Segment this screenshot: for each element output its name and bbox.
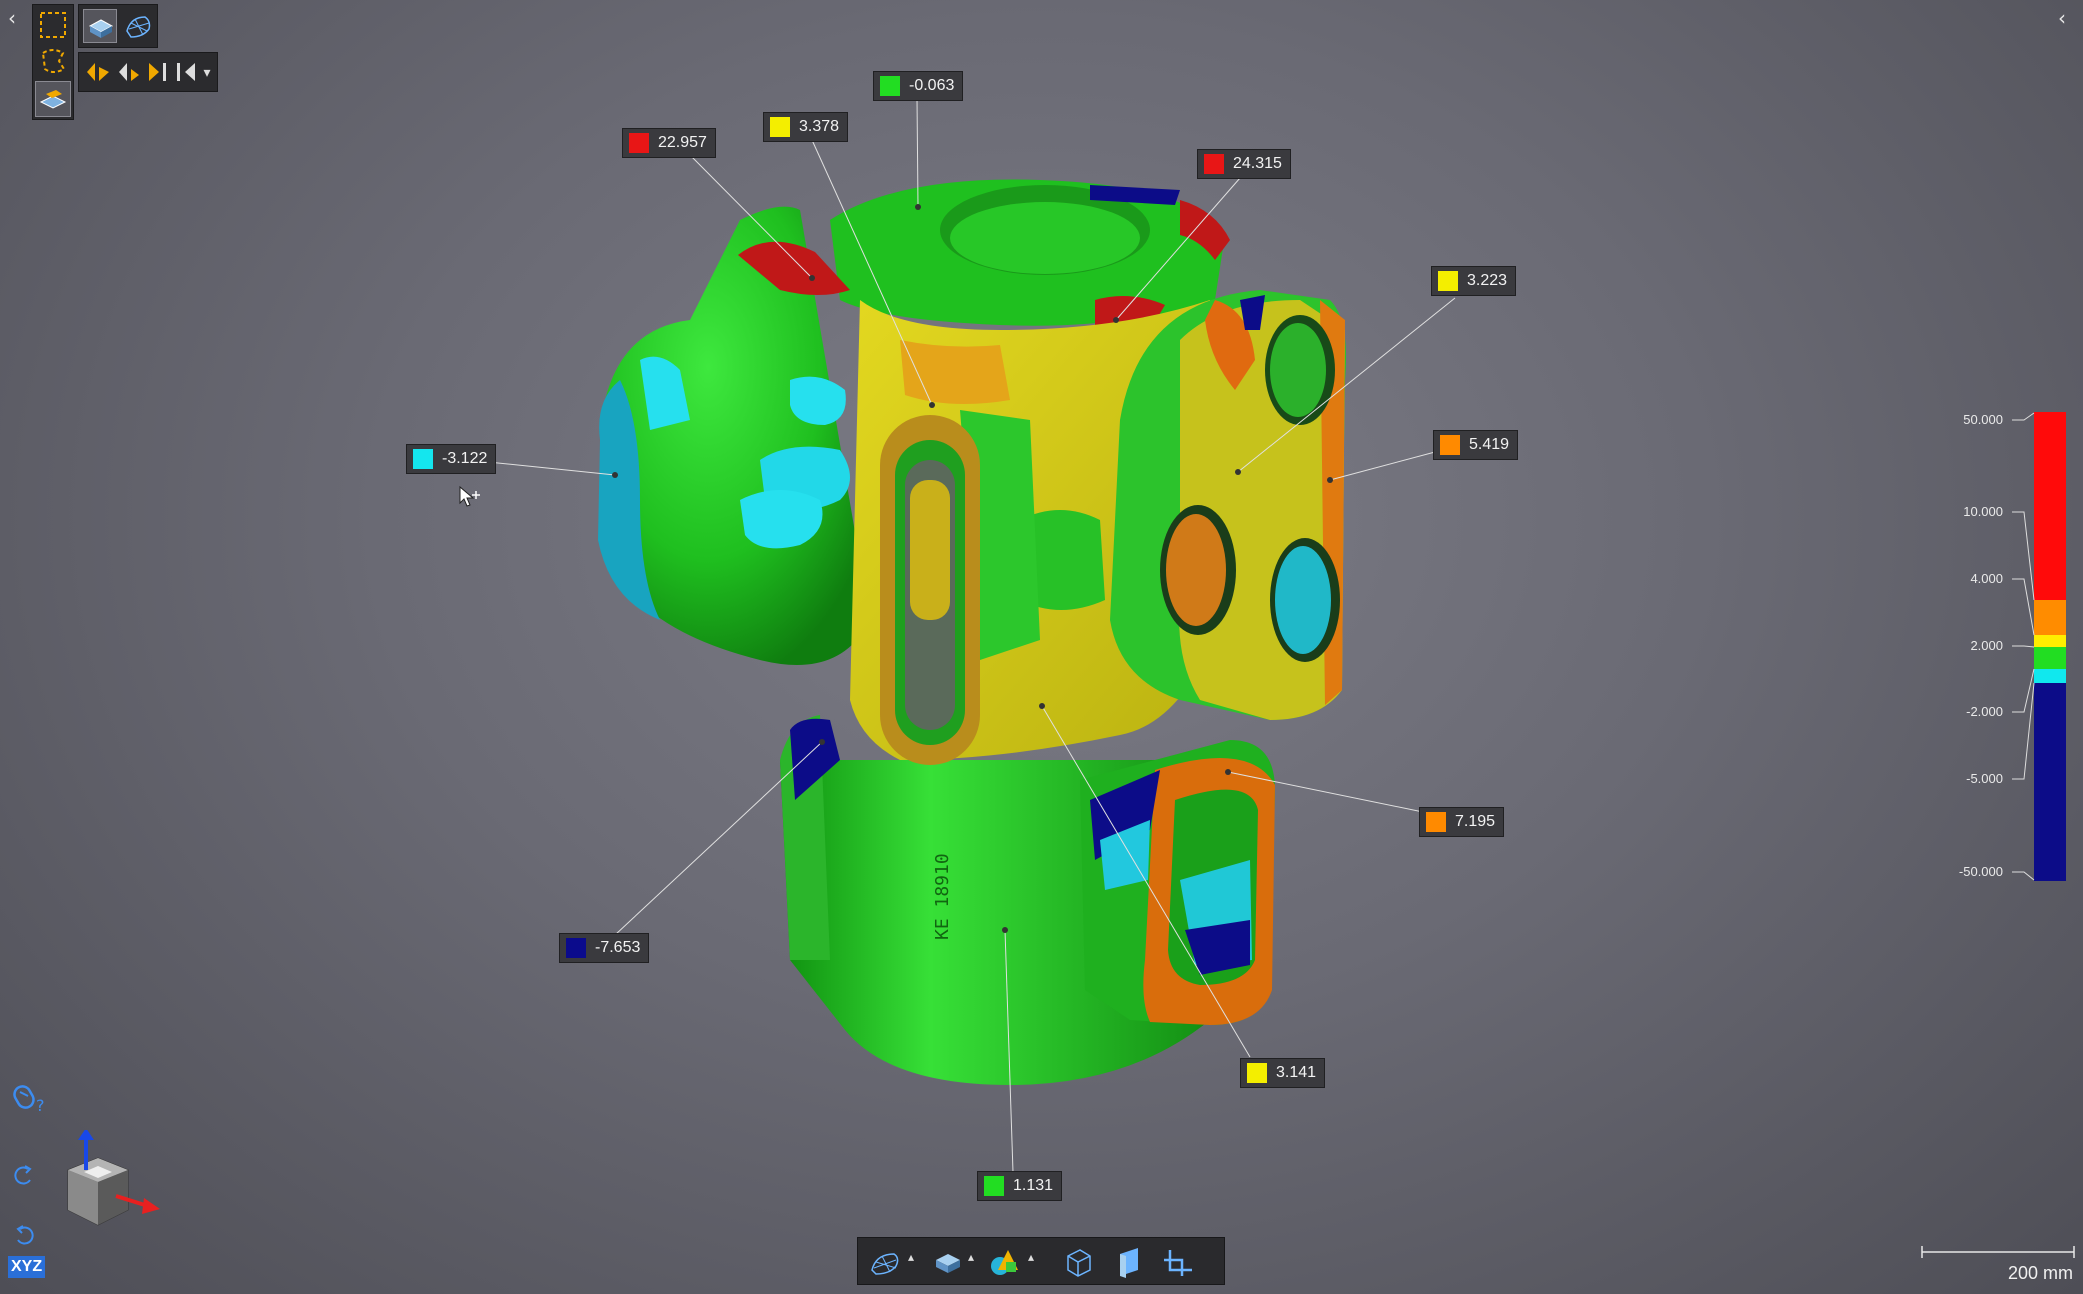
solid-view-icon[interactable] bbox=[83, 9, 117, 43]
engraving-text: KE 18910 bbox=[932, 853, 953, 940]
deviation-tag[interactable]: 3.223 bbox=[1431, 266, 1517, 296]
color-swatch bbox=[566, 938, 586, 958]
solid-display-dropdown[interactable]: ▴ bbox=[968, 1250, 974, 1264]
deviation-value: 5.419 bbox=[1469, 436, 1510, 453]
legend-label: 4.000 bbox=[1970, 571, 2003, 586]
cursor-icon bbox=[459, 485, 480, 507]
view-cube[interactable] bbox=[40, 1130, 170, 1250]
color-swatch bbox=[1440, 435, 1460, 455]
mesh-display-dropdown[interactable]: ▴ bbox=[908, 1250, 914, 1264]
color-swatch bbox=[1204, 154, 1224, 174]
deviation-value: 24.315 bbox=[1233, 155, 1282, 172]
deviation-value: 3.223 bbox=[1467, 272, 1508, 289]
deviation-tag[interactable]: 3.378 bbox=[763, 112, 849, 142]
legend-label: -2.000 bbox=[1966, 704, 2003, 719]
primitives-dropdown[interactable]: ▴ bbox=[1028, 1250, 1034, 1264]
color-swatch bbox=[1247, 1063, 1267, 1083]
legend-label: 2.000 bbox=[1970, 638, 2003, 653]
step-forward-icon[interactable] bbox=[143, 57, 173, 87]
deviation-tag[interactable]: -3.122 bbox=[406, 444, 497, 474]
legend-label: -50.000 bbox=[1958, 864, 2003, 879]
rotate-ccw-icon[interactable] bbox=[12, 1224, 36, 1248]
3d-viewport[interactable]: KE 18910 bbox=[0, 0, 2083, 1294]
color-swatch bbox=[413, 449, 433, 469]
deviation-value: -0.063 bbox=[909, 77, 955, 94]
legend-label: -5.000 bbox=[1966, 771, 2003, 786]
clipping-plane-icon[interactable] bbox=[1108, 1244, 1152, 1280]
section-icon[interactable] bbox=[1158, 1244, 1202, 1280]
deviation-tag[interactable]: 5.419 bbox=[1433, 430, 1519, 460]
color-swatch bbox=[770, 117, 790, 137]
previous-view-icon[interactable] bbox=[83, 57, 113, 87]
deviation-tag[interactable]: 7.195 bbox=[1419, 807, 1505, 837]
rectangle-select-icon[interactable] bbox=[37, 9, 69, 41]
deviation-value: -7.653 bbox=[595, 939, 641, 956]
deviation-value: 1.131 bbox=[1013, 1177, 1054, 1194]
mouse-help-question: ? bbox=[36, 1096, 45, 1115]
legend-label: 50.000 bbox=[1963, 412, 2003, 427]
deviation-tag[interactable]: -0.063 bbox=[873, 71, 964, 101]
color-swatch bbox=[880, 76, 900, 96]
xyz-axes-label[interactable]: XYZ bbox=[8, 1256, 46, 1278]
color-swatch bbox=[629, 133, 649, 153]
display-toolbar: ▴ ▴ ▴ bbox=[857, 1237, 1225, 1285]
color-swatch bbox=[984, 1176, 1004, 1196]
rotate-cw-icon[interactable] bbox=[12, 1164, 36, 1188]
deviation-value: 3.378 bbox=[799, 118, 840, 135]
wireframe-view-icon[interactable] bbox=[121, 9, 155, 43]
deviation-value: 22.957 bbox=[658, 134, 707, 151]
legend-label: 10.000 bbox=[1963, 504, 2003, 519]
step-back-icon[interactable] bbox=[113, 57, 143, 87]
navigation-dropdown[interactable]: ▾ bbox=[199, 61, 215, 85]
surface-select-icon[interactable] bbox=[35, 81, 71, 117]
deviation-tag[interactable]: -7.653 bbox=[559, 933, 650, 963]
deviation-value: 3.141 bbox=[1276, 1064, 1317, 1081]
mesh-display-icon[interactable] bbox=[866, 1244, 910, 1280]
deviation-value: -3.122 bbox=[442, 450, 488, 467]
solid-display-icon[interactable] bbox=[926, 1244, 970, 1280]
deviation-value: 7.195 bbox=[1455, 813, 1496, 830]
deviation-tag[interactable]: 24.315 bbox=[1197, 149, 1291, 179]
scale-bar bbox=[1921, 1246, 2075, 1258]
color-legend-bar bbox=[2012, 412, 2066, 881]
selection-toolbar bbox=[32, 4, 74, 120]
primitives-icon[interactable] bbox=[986, 1244, 1030, 1280]
view-mode-toolbar bbox=[78, 4, 158, 48]
color-swatch bbox=[1426, 812, 1446, 832]
navigation-toolbar: ▾ bbox=[78, 52, 218, 92]
bounding-box-icon[interactable] bbox=[1056, 1244, 1100, 1280]
collapse-left-panel-arrow[interactable]: ‹ bbox=[8, 6, 16, 30]
deviation-tag[interactable]: 1.131 bbox=[977, 1171, 1063, 1201]
color-swatch bbox=[1438, 271, 1458, 291]
collapse-right-panel-arrow[interactable]: ‹ bbox=[2058, 6, 2066, 30]
deviation-tag[interactable]: 3.141 bbox=[1240, 1058, 1326, 1088]
scale-bar-label: 200 mm bbox=[2008, 1263, 2074, 1283]
next-view-icon[interactable] bbox=[173, 57, 199, 87]
deviation-tag[interactable]: 22.957 bbox=[622, 128, 716, 158]
lasso-select-icon[interactable] bbox=[37, 45, 69, 77]
deviation-color-map-model[interactable]: KE 18910 bbox=[0, 0, 2083, 1294]
